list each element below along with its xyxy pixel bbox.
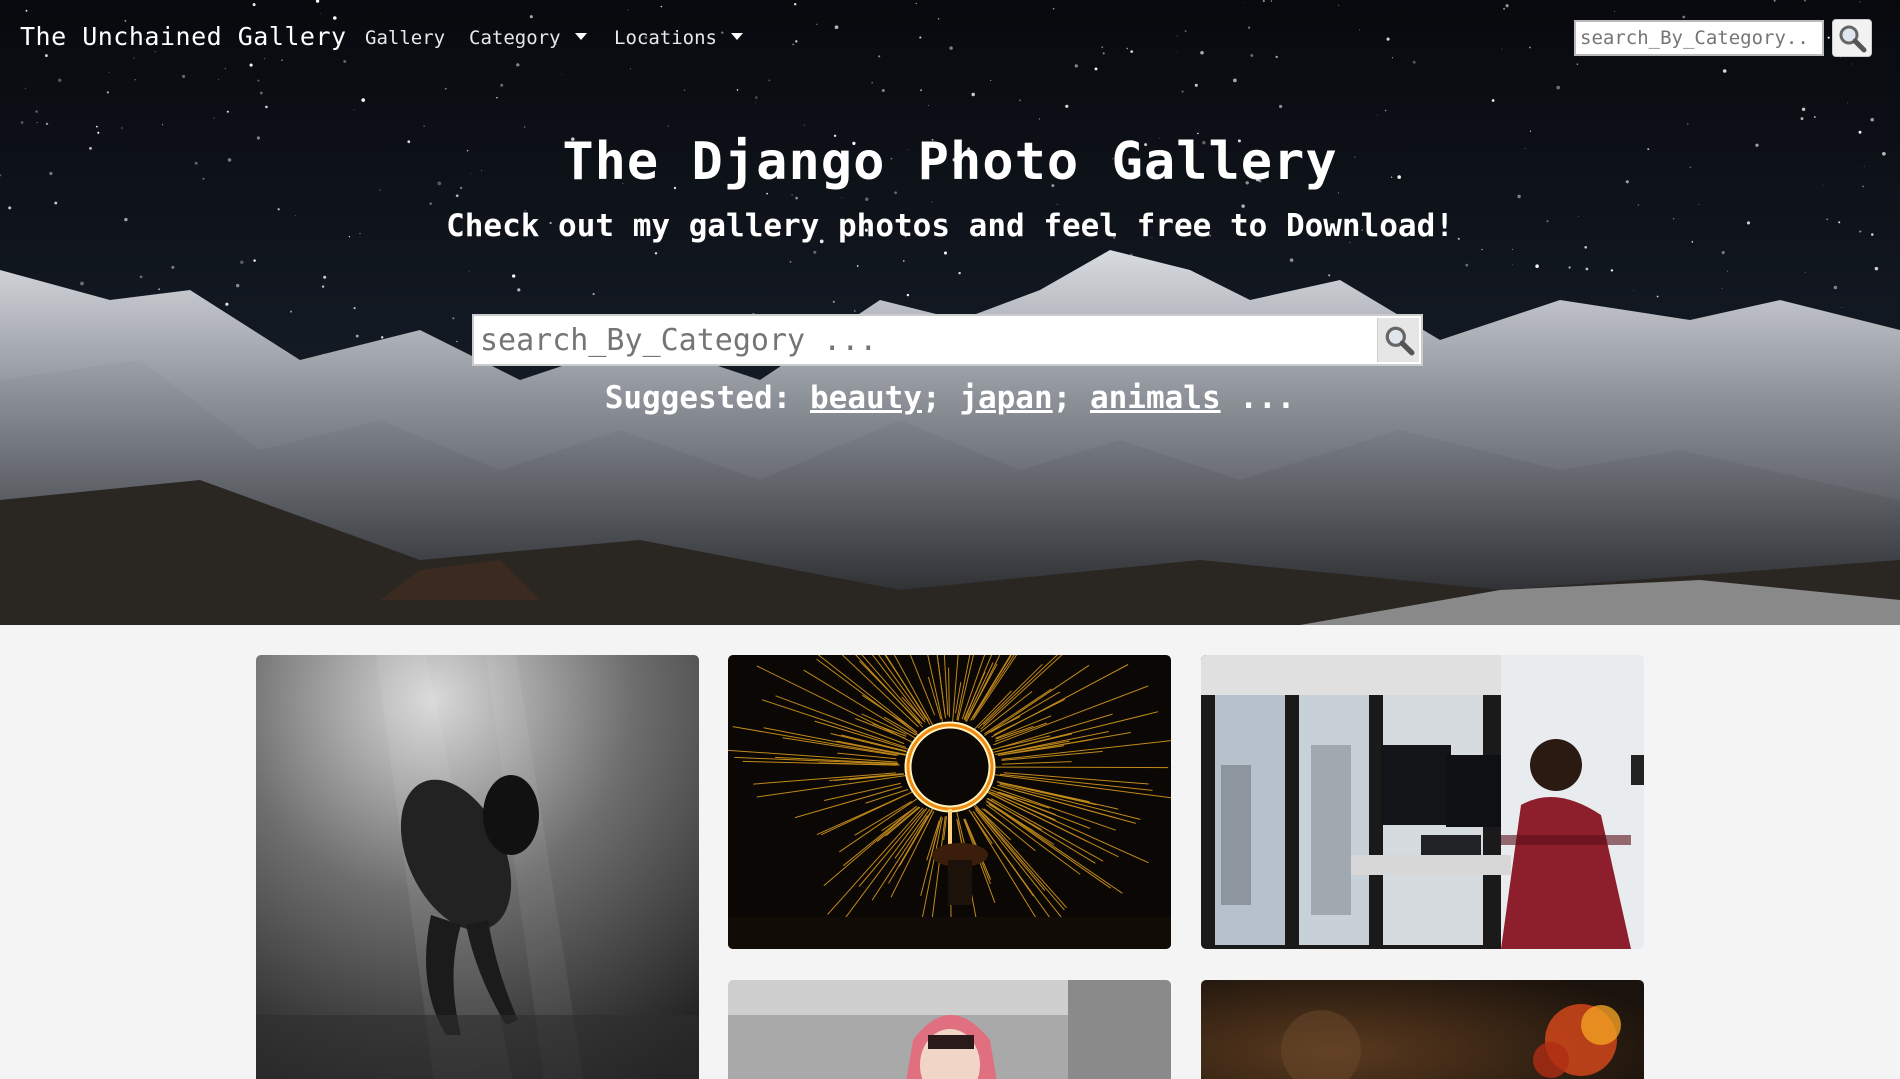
photo-card-underwater[interactable] [256, 655, 699, 1079]
search-icon [1839, 25, 1867, 53]
photo-card-portrait[interactable] [728, 980, 1171, 1079]
suggested-link-japan[interactable]: japan [959, 380, 1052, 416]
mountain-night-background [0, 0, 1900, 625]
photo-steel-wool-fire [728, 655, 1171, 949]
photo-underwater-figure [256, 655, 699, 1079]
caret-down-icon [574, 33, 587, 40]
suggested-categories: Suggested: beauty; japan; animals ... [604, 380, 1296, 416]
nav-category-dropdown[interactable]: Category [469, 27, 587, 49]
nav-category-label: Category [469, 27, 561, 49]
suggested-label: Suggested: [604, 380, 792, 416]
photo-card-steel-wool[interactable] [728, 655, 1171, 949]
main-search-bar [472, 314, 1423, 366]
nav-locations-label: Locations [614, 27, 717, 49]
nav-search-input[interactable] [1574, 20, 1824, 56]
nav-gallery-link[interactable]: Gallery [365, 27, 445, 49]
main-search-button[interactable] [1377, 318, 1419, 362]
hero-banner: The Unchained Gallery Gallery Category L… [0, 0, 1900, 625]
photo-pink-haired-woman [728, 980, 1171, 1079]
search-icon [1385, 326, 1414, 356]
nav-locations-dropdown[interactable]: Locations [614, 27, 743, 49]
navbar: The Unchained Gallery Gallery Category L… [0, 0, 1900, 78]
hero-subtitle: Check out my gallery photos and feel fre… [446, 208, 1454, 244]
photo-woman-at-computer [1201, 655, 1644, 949]
suggested-link-beauty[interactable]: beauty [810, 380, 922, 416]
suggested-link-animals[interactable]: animals [1090, 380, 1221, 416]
nav-search-button[interactable] [1832, 19, 1872, 57]
photo-card-workspace[interactable] [1201, 655, 1644, 949]
suggested-more: ... [1239, 380, 1296, 416]
brand-logo[interactable]: The Unchained Gallery [20, 22, 347, 51]
photo-food-bokeh [1201, 980, 1644, 1079]
hero-title: The Django Photo Gallery [562, 132, 1338, 192]
photo-card-food[interactable] [1201, 980, 1644, 1079]
main-search-input[interactable] [474, 316, 1374, 364]
caret-down-icon [730, 33, 743, 40]
